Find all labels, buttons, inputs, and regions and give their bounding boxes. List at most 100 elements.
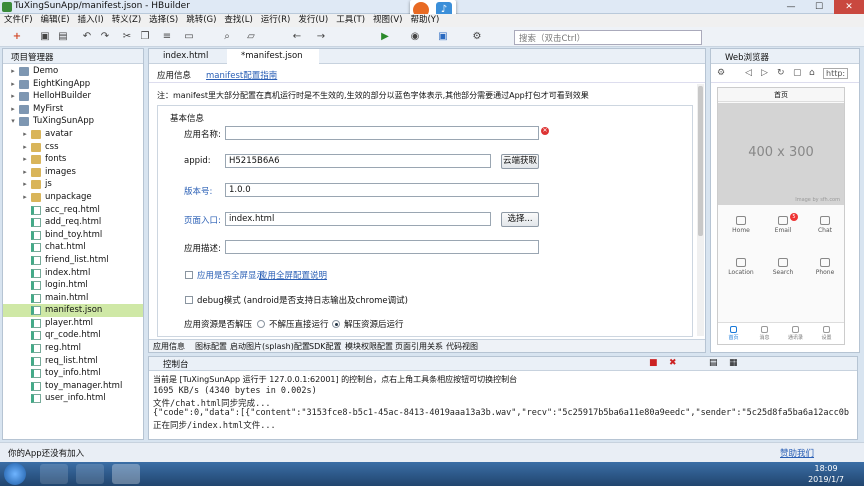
unpack-radio[interactable] xyxy=(332,320,340,328)
back-icon[interactable]: ← xyxy=(290,30,304,44)
cloud-fetch-button[interactable]: 云端获取 xyxy=(501,154,539,169)
minimize-button[interactable]: — xyxy=(778,0,804,14)
tree-file[interactable]: toy_info.html xyxy=(3,367,143,380)
clear-icon[interactable]: ✖ xyxy=(669,358,677,368)
url-input[interactable]: http: xyxy=(823,68,849,79)
tree-file[interactable]: chat.html xyxy=(3,241,143,254)
expand-arrow-icon[interactable]: ▸ xyxy=(21,141,29,154)
tree-folder[interactable]: ▸ fonts xyxy=(3,153,143,166)
redo-icon[interactable]: ↷ xyxy=(98,30,112,44)
tab-module-permissions[interactable]: 模块权限配置 xyxy=(345,341,393,352)
tree-folder[interactable]: ▸ unpackage xyxy=(3,191,143,204)
close-button[interactable]: ✕ xyxy=(834,0,864,14)
tree-folder[interactable]: ▸ images xyxy=(3,166,143,179)
tab-sdk-config[interactable]: SDK配置 xyxy=(309,341,341,352)
run-icon[interactable]: ▶ xyxy=(378,30,392,44)
firefox-task-icon[interactable] xyxy=(76,464,104,484)
tab-page-references[interactable]: 页面引用关系 xyxy=(395,341,443,352)
entry-input[interactable]: index.html xyxy=(225,212,491,226)
tree-file[interactable]: login.html xyxy=(3,279,143,292)
app-name-input[interactable] xyxy=(225,126,539,140)
tree-folder[interactable]: ▸ css xyxy=(3,141,143,154)
format-icon[interactable]: ≡ xyxy=(160,30,174,44)
tree-project[interactable]: ▸ Demo xyxy=(3,65,143,78)
menu-goto[interactable]: 跳转(G) xyxy=(182,14,220,27)
menu-escape[interactable]: 转义(Z) xyxy=(108,14,145,27)
fullscreen-checkbox[interactable] xyxy=(185,271,193,279)
grid-home[interactable]: Home xyxy=(720,216,762,234)
editor-scrollbar[interactable] xyxy=(697,84,704,336)
tree-file[interactable]: user_info.html xyxy=(3,392,143,405)
tree-file[interactable]: toy_manager.html xyxy=(3,380,143,393)
menu-edit[interactable]: 编辑(E) xyxy=(37,14,74,27)
nav-contacts[interactable]: 通讯录 xyxy=(780,326,811,341)
copy-icon[interactable]: ❐ xyxy=(138,30,152,44)
expand-arrow-icon[interactable]: ▸ xyxy=(21,191,29,204)
tree-file[interactable]: add_req.html xyxy=(3,216,143,229)
windows-start-icon[interactable] xyxy=(4,463,26,485)
tree-file[interactable]: friend_list.html xyxy=(3,254,143,267)
menu-help[interactable]: 帮助(Y) xyxy=(406,14,443,27)
tree-file[interactable]: bind_toy.html xyxy=(3,229,143,242)
tree-file[interactable]: main.html xyxy=(3,292,143,305)
bookmark-icon[interactable]: ▱ xyxy=(244,30,258,44)
fullscreen-help-link[interactable]: 应用全屏配置说明 xyxy=(259,269,327,281)
tab-manifest-json[interactable]: *manifest.json xyxy=(227,49,319,64)
appid-input[interactable]: H5215B6A6 xyxy=(225,154,491,168)
maximize-button[interactable]: ☐ xyxy=(806,0,832,14)
stop-icon[interactable]: ▢ xyxy=(793,68,802,78)
grid-chat[interactable]: Chat xyxy=(804,216,846,234)
manifest-guide-link[interactable]: manifest配置指南 xyxy=(206,69,277,81)
expand-arrow-icon[interactable]: ▸ xyxy=(9,65,17,78)
menu-insert[interactable]: 插入(I) xyxy=(74,14,108,27)
expand-arrow-icon[interactable]: ▸ xyxy=(21,153,29,166)
tree-file[interactable]: req_list.html xyxy=(3,355,143,368)
menu-publish[interactable]: 发行(U) xyxy=(294,14,332,27)
select-entry-button[interactable]: 选择... xyxy=(501,212,539,227)
tree-project[interactable]: ▸ HelloHBuilder xyxy=(3,90,143,103)
expand-arrow-icon[interactable]: ▸ xyxy=(21,128,29,141)
hbuilder-task-icon[interactable] xyxy=(112,464,140,484)
tab-code-view[interactable]: 代码视图 xyxy=(446,341,478,352)
save-icon[interactable]: ▣ xyxy=(38,30,52,44)
expand-arrow-icon[interactable]: ▾ xyxy=(9,115,17,128)
menu-tools[interactable]: 工具(T) xyxy=(332,14,369,27)
nav-home[interactable]: 首页 xyxy=(718,326,749,341)
tab-app-info[interactable]: 应用信息 xyxy=(153,341,185,352)
nav-messages[interactable]: 消息 xyxy=(749,326,780,341)
menu-view[interactable]: 视图(V) xyxy=(369,14,406,27)
version-input[interactable]: 1.0.0 xyxy=(225,183,539,197)
tree-project[interactable]: ▾ TuXingSunApp xyxy=(3,115,143,128)
grid-location[interactable]: Location xyxy=(720,258,762,276)
explorer-task-icon[interactable] xyxy=(40,464,68,484)
description-input[interactable] xyxy=(225,240,539,254)
tree-file[interactable]: index.html xyxy=(3,267,143,280)
menu-file[interactable]: 文件(F) xyxy=(0,14,37,27)
menu-select[interactable]: 选择(S) xyxy=(145,14,182,27)
tree-file[interactable]: reg.html xyxy=(3,342,143,355)
stop-icon[interactable]: ■ xyxy=(649,358,658,368)
grid-search[interactable]: Search xyxy=(762,258,804,276)
tree-project[interactable]: ▸ MyFirst xyxy=(3,103,143,116)
subtab-app-info[interactable]: 应用信息 xyxy=(157,69,191,81)
forward-icon[interactable]: ▷ xyxy=(761,68,768,78)
gear-icon[interactable]: ⚙ xyxy=(717,68,725,78)
nav-settings[interactable]: 设置 xyxy=(811,326,842,341)
debug-checkbox[interactable] xyxy=(185,296,193,304)
tab-splash-config[interactable]: 启动图片(splash)配置 xyxy=(230,341,310,352)
grid-email[interactable]: Email xyxy=(762,216,804,234)
back-icon[interactable]: ◁ xyxy=(745,68,752,78)
settings-icon[interactable]: ⚙ xyxy=(470,30,484,44)
expand-arrow-icon[interactable]: ▸ xyxy=(9,103,17,116)
tree-file[interactable]: qr_code.html xyxy=(3,329,143,342)
search-input[interactable]: 搜索（双击Ctrl） xyxy=(514,30,702,45)
sponsor-link[interactable]: 赞助我们 xyxy=(780,447,814,459)
tree-folder[interactable]: ▸ js xyxy=(3,178,143,191)
menu-find[interactable]: 查找(L) xyxy=(220,14,256,27)
tree-file[interactable]: manifest.json xyxy=(3,304,143,317)
expand-arrow-icon[interactable]: ▸ xyxy=(9,78,17,91)
browser-run-icon[interactable]: ◉ xyxy=(408,30,422,44)
expand-arrow-icon[interactable]: ▸ xyxy=(9,90,17,103)
tree-file[interactable]: player.html xyxy=(3,317,143,330)
find-icon[interactable]: ⌕ xyxy=(220,30,234,44)
